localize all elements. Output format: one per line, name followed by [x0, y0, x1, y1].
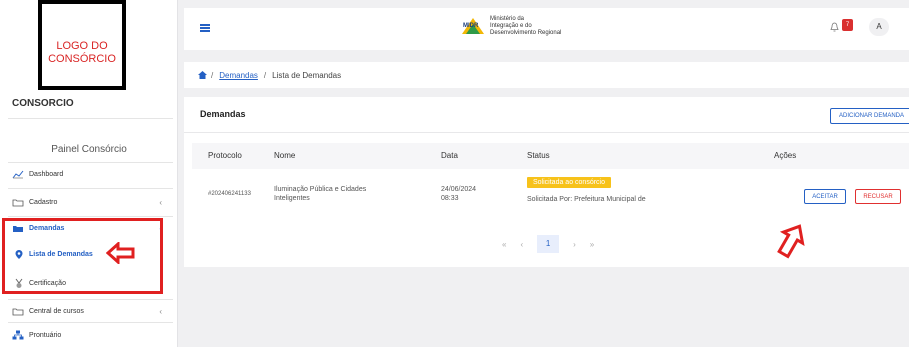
sidebar-item-central-de-cursos[interactable]: Central de cursos ‹ [12, 304, 172, 318]
sidebar: LOGO DO CONSÓRCIO CONSORCIO Painel Consó… [0, 0, 178, 347]
sidebar-divider [8, 299, 173, 300]
pagination: « ‹ 1 › » [502, 235, 608, 253]
refuse-button[interactable]: RECUSAR [855, 189, 901, 204]
table-row: #202406241133 Iluminação Pública e Cidad… [192, 169, 909, 225]
column-header: Data [441, 151, 458, 160]
sidebar-divider [8, 216, 173, 217]
folder-icon [12, 308, 24, 315]
sidebar-divider [8, 118, 173, 119]
column-header: Ações [774, 151, 797, 160]
status-badge: Solicitada ao consórcio [527, 177, 611, 188]
user-avatar[interactable]: A [869, 18, 889, 36]
sidebar-item-label: Dashboard [29, 170, 64, 178]
column-header: Status [527, 151, 550, 160]
midr-logo-icon: MIDR [462, 18, 484, 34]
add-demand-button[interactable]: ADICIONAR DEMANDA [830, 108, 909, 124]
sidebar-item-prontuario[interactable]: Prontuário [12, 328, 172, 342]
breadcrumb: / Demandas / Lista de Demandas [184, 62, 909, 88]
card-title: Demandas [200, 109, 246, 119]
page: LOGO DO CONSÓRCIO CONSORCIO Painel Consó… [0, 0, 909, 347]
bell-icon[interactable] [830, 22, 839, 34]
column-header: Protocolo [208, 151, 242, 160]
sidebar-divider [8, 188, 173, 189]
sidebar-item-label: Central de cursos [29, 307, 84, 315]
table-header: Protocolo Nome Data Status Ações [192, 143, 909, 169]
next-page-button[interactable]: › [573, 240, 576, 249]
home-icon[interactable] [198, 71, 207, 79]
chevron-left-icon: ‹ [159, 306, 162, 316]
notification-badge[interactable]: 7 [842, 19, 853, 31]
ministry-name: Ministério da Integração e do Desenvolvi… [490, 15, 562, 36]
requested-by-text: Solicitada Por: Prefeitura Municipal de [527, 196, 646, 203]
folder-icon [12, 199, 24, 206]
chart-line-icon [12, 170, 24, 178]
consortium-logo: LOGO DO CONSÓRCIO [38, 0, 126, 90]
column-header: Nome [274, 151, 296, 160]
sidebar-divider [8, 162, 173, 163]
menu-icon[interactable] [200, 24, 210, 32]
panel-title: Painel Consórcio [51, 144, 127, 155]
sidebar-divider [8, 322, 173, 323]
prev-page-button[interactable]: ‹ [520, 240, 523, 249]
sidebar-item-cadastro[interactable]: Cadastro ‹ [12, 195, 172, 209]
card-header: Demandas ADICIONAR DEMANDA [184, 97, 909, 133]
breadcrumb-separator: / [263, 70, 267, 80]
red-arrow-annotation [777, 224, 805, 259]
date-cell: 24/06/2024 08:33 [441, 186, 477, 202]
ministry-logo: MIDR Ministério da Integração e do Desen… [462, 8, 561, 44]
breadcrumb-current: Lista de Demandas [272, 70, 342, 80]
sitemap-icon [12, 330, 24, 340]
demandas-card: Demandas ADICIONAR DEMANDA Protocolo Nom… [184, 97, 909, 267]
chevron-left-icon: ‹ [159, 197, 162, 207]
accept-button[interactable]: ACEITAR [804, 189, 846, 204]
sidebar-item-label: Prontuário [29, 331, 62, 339]
last-page-button[interactable]: » [590, 240, 594, 249]
logo-text: LOGO DO CONSÓRCIO [48, 40, 116, 65]
org-name: CONSORCIO [12, 98, 74, 109]
highlight-annotation [2, 218, 163, 294]
topbar: MIDR Ministério da Integração e do Desen… [184, 8, 909, 50]
sidebar-item-label: Cadastro [29, 198, 58, 206]
protocol-cell: #202406241133 [208, 191, 251, 197]
sidebar-item-dashboard[interactable]: Dashboard [12, 167, 172, 181]
page-1-button[interactable]: 1 [537, 235, 560, 253]
breadcrumb-separator: / [211, 70, 214, 80]
breadcrumb-link-demandas[interactable]: Demandas [219, 71, 258, 80]
first-page-button[interactable]: « [502, 240, 506, 249]
name-cell: Iluminação Pública e Cidades Inteligente… [274, 186, 367, 202]
